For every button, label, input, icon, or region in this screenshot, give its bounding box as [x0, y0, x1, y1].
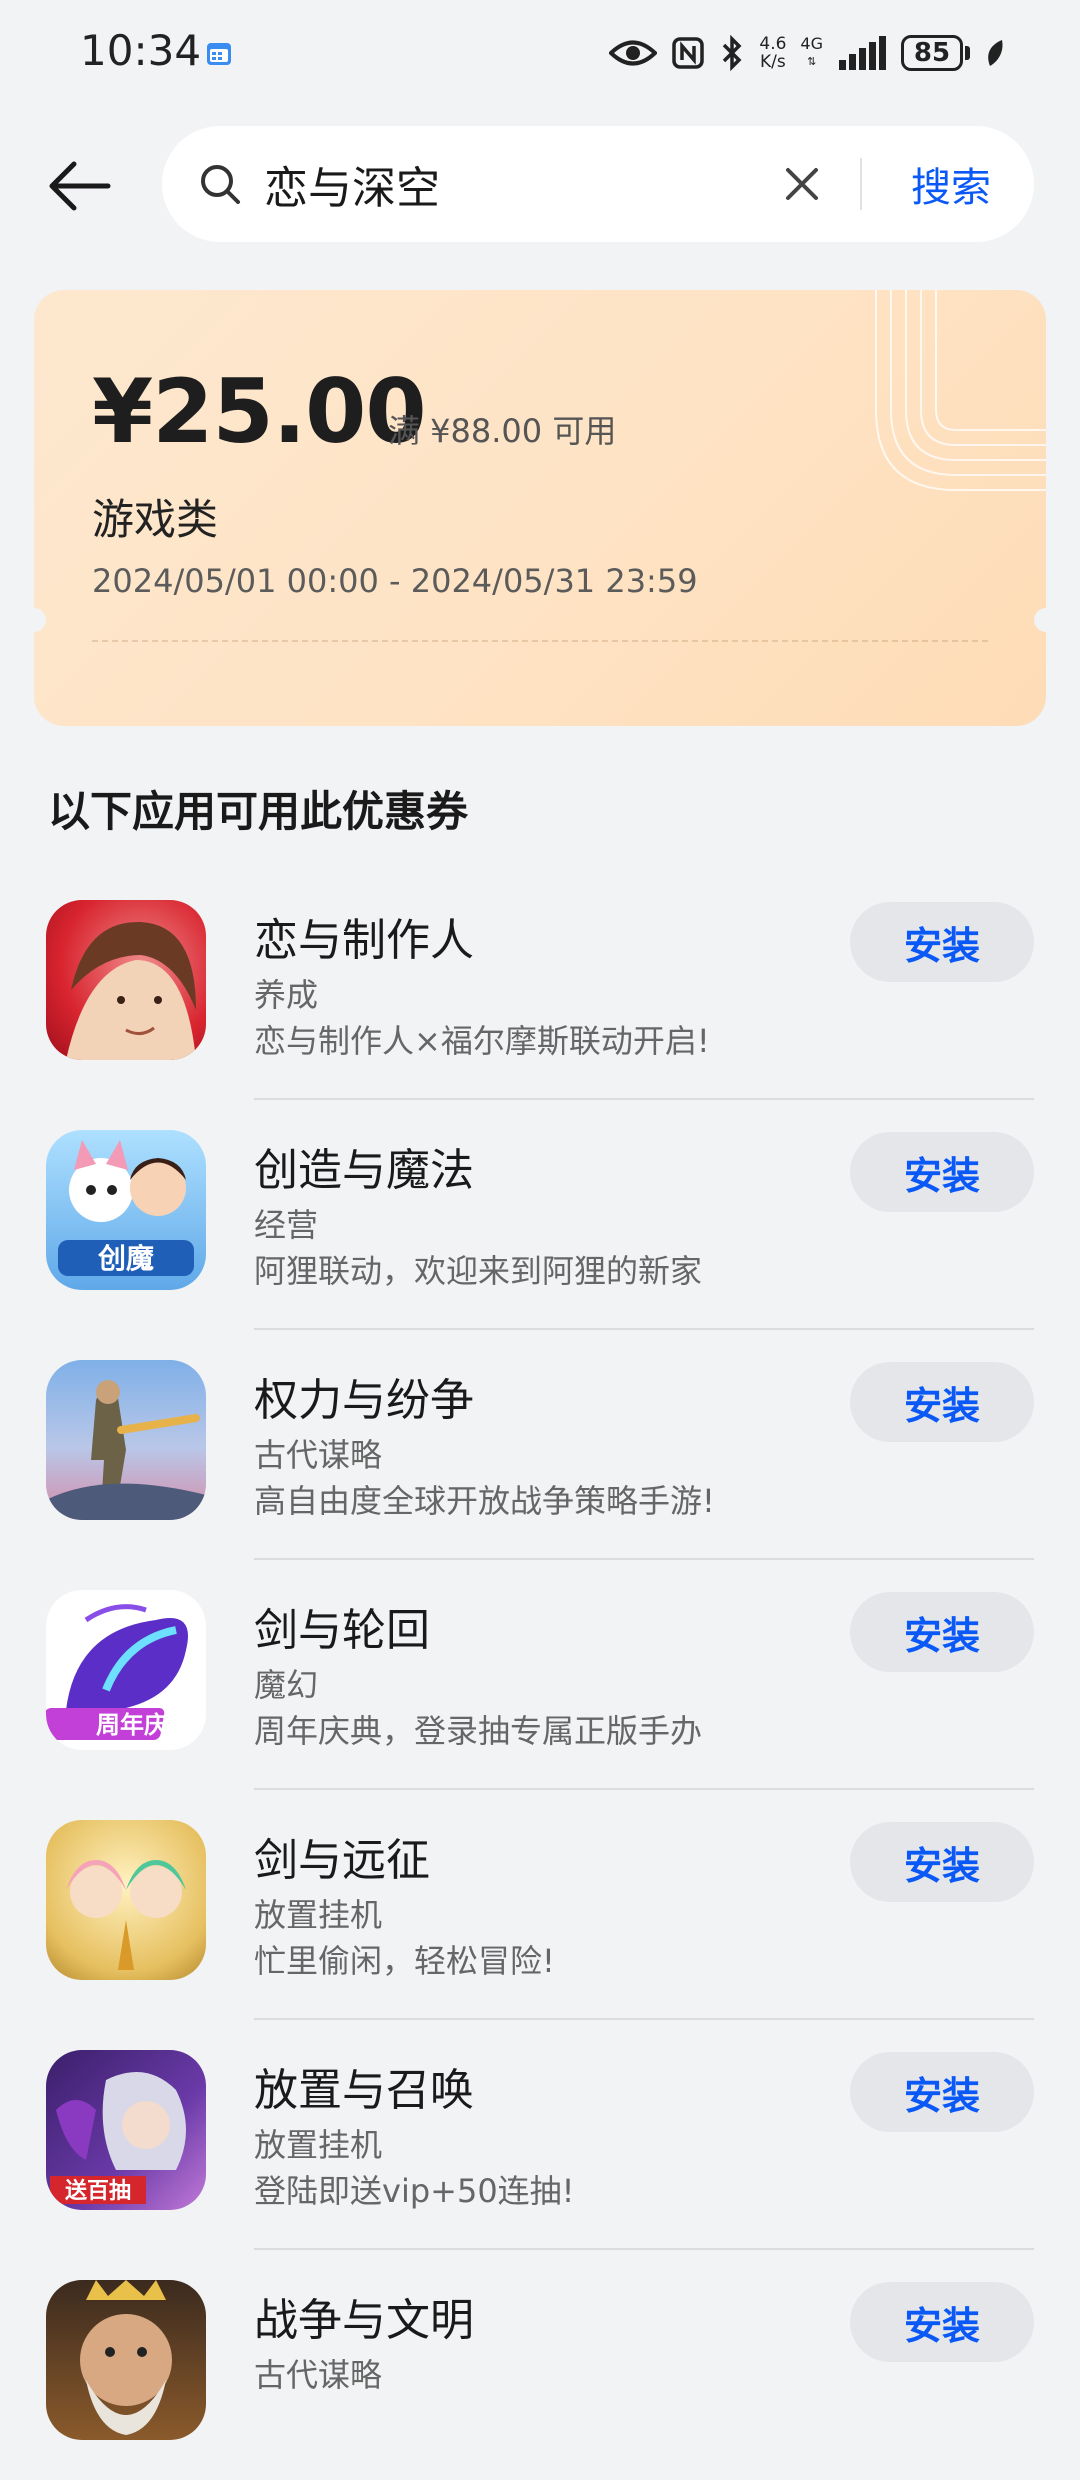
eye-comfort-icon: [609, 40, 658, 66]
power-conflict-icon: [46, 1360, 206, 1520]
app-description: 周年庆典，登录抽专属正版手办: [254, 1712, 703, 1750]
install-button[interactable]: 安装: [850, 2282, 1034, 2362]
app-description: 高自由度全球开放战争策略手游!: [254, 1482, 715, 1520]
search-input[interactable]: [264, 150, 824, 218]
signal-strength-icon: [839, 36, 886, 70]
app-description: 恋与制作人×福尔摩斯联动开启!: [254, 1022, 710, 1060]
app-icon-text: 送百抽: [65, 2178, 131, 2204]
status-icons: 4.6 K/s 4G ⇅ 85: [609, 28, 1006, 78]
coupon-notch-right: [1034, 608, 1046, 632]
app-name: 权力与纷争: [254, 1375, 474, 1426]
app-description: 阿狸联动，欢迎来到阿狸的新家: [254, 1252, 703, 1290]
lover-producer-icon: [46, 900, 206, 1060]
app-category: 古代谋略: [254, 2356, 383, 2394]
search-box: 搜索: [162, 126, 1034, 242]
nfc-icon: [672, 37, 705, 69]
coupon-category: 游戏类: [92, 495, 219, 544]
app-category: 放置挂机: [254, 2126, 383, 2164]
coupon-threshold: 满 ¥88.00 可用: [388, 412, 617, 450]
calendar-notification-icon: [207, 43, 231, 65]
install-button[interactable]: 安装: [850, 1822, 1034, 1902]
leaf-power-saving-icon: [988, 40, 1003, 66]
bluetooth-icon: [723, 35, 742, 71]
list-item[interactable]: 战争与文明 古代谋略 安装: [0, 2250, 1080, 2480]
list-item[interactable]: 创魔 创造与魔法 经营 阿狸联动，欢迎来到阿狸的新家 安装: [0, 1100, 1080, 1330]
install-button[interactable]: 安装: [850, 1592, 1034, 1672]
install-button[interactable]: 安装: [850, 1362, 1034, 1442]
search-icon: [201, 165, 240, 204]
section-title: 以下应用可用此优惠券: [48, 787, 469, 836]
app-category: 古代谋略: [254, 1436, 383, 1474]
create-magic-icon: 创魔: [46, 1130, 206, 1290]
search-button[interactable]: 搜索: [884, 150, 1018, 218]
app-name: 剑与轮回: [254, 1605, 430, 1656]
coupon-perforation: [92, 640, 988, 642]
install-button[interactable]: 安装: [850, 1132, 1034, 1212]
list-item[interactable]: 恋与制作人 养成 恋与制作人×福尔摩斯联动开启! 安装: [0, 870, 1080, 1100]
app-category: 经营: [254, 1206, 319, 1244]
install-button[interactable]: 安装: [850, 2052, 1034, 2132]
coupon-decoration: [875, 290, 1046, 491]
idle-summon-icon: 送百抽: [46, 2050, 206, 2210]
afk-arena-icon: [46, 1820, 206, 1980]
list-item[interactable]: 送百抽 放置与召唤 放置挂机 登陆即送vip+50连抽! 安装: [0, 2020, 1080, 2250]
install-button[interactable]: 安装: [850, 902, 1034, 982]
network-type: 4G ⇅: [800, 34, 823, 69]
app-name: 创造与魔法: [254, 1145, 474, 1196]
app-category: 魔幻: [254, 1666, 319, 1704]
app-name: 恋与制作人: [254, 915, 474, 966]
war-civilization-icon: [46, 2280, 206, 2440]
back-arrow-icon[interactable]: [44, 156, 116, 216]
app-icon-text: 周年庆: [96, 1711, 168, 1739]
list-item[interactable]: 权力与纷争 古代谋略 高自由度全球开放战争策略手游! 安装: [0, 1330, 1080, 1560]
app-category: 放置挂机: [254, 1896, 383, 1934]
app-name: 放置与召唤: [254, 2065, 474, 2116]
status-time: 10:34: [80, 26, 202, 75]
coupon-card: ¥25.00 满 ¥88.00 可用 游戏类 2024/05/01 00:00 …: [34, 290, 1046, 726]
app-category: 养成: [254, 976, 319, 1014]
coupon-amount: ¥25.00: [92, 360, 427, 463]
list-item[interactable]: 剑与远征 放置挂机 忙里偷闲，轻松冒险! 安装: [0, 1790, 1080, 2020]
app-name: 剑与远征: [254, 1835, 430, 1886]
network-speed: 4.6 K/s: [759, 34, 787, 72]
app-description: 忙里偷闲，轻松冒险!: [254, 1942, 555, 1980]
app-name: 战争与文明: [254, 2295, 474, 2346]
search-header: 搜索: [0, 126, 1080, 244]
status-bar: 10:34 4.6 K/s 4G ⇅ 85: [0, 0, 1080, 110]
coupon-validity: 2024/05/01 00:00 - 2024/05/31 23:59: [92, 562, 698, 600]
app-description: 登陆即送vip+50连抽!: [254, 2172, 575, 2210]
sword-reincarnation-icon: 周年庆: [46, 1590, 206, 1750]
search-divider: [860, 158, 862, 210]
app-icon-text: 创魔: [97, 1242, 154, 1275]
list-item[interactable]: 周年庆 剑与轮回 魔幻 周年庆典，登录抽专属正版手办 安装: [0, 1560, 1080, 1790]
coupon-notch-left: [34, 608, 46, 632]
clear-search-icon[interactable]: [776, 158, 828, 210]
battery-indicator: 85: [901, 35, 970, 71]
